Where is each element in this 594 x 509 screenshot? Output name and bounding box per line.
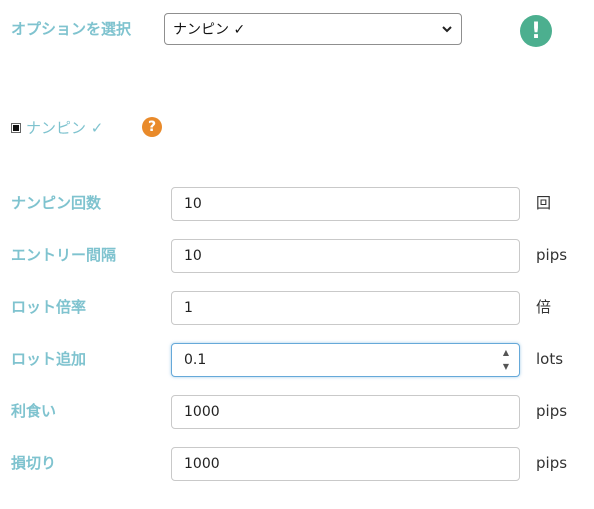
stop-loss-unit: pips — [536, 454, 568, 472]
nanpin-count-unit: 回 — [536, 194, 552, 212]
option-select[interactable]: ナンピン ✓ — [164, 13, 462, 45]
chevron-down-icon — [442, 26, 452, 33]
lot-add-label: ロット追加 — [11, 350, 87, 368]
option-select-value: ナンピン ✓ — [173, 22, 246, 38]
spinner-down-icon[interactable]: ▼ — [503, 362, 509, 372]
spinner-up-icon[interactable]: ▲ — [503, 348, 509, 358]
take-profit-input[interactable]: 1000 — [171, 395, 520, 429]
nanpin-count-label: ナンピン回数 — [11, 194, 102, 212]
stop-loss-input[interactable]: 1000 — [171, 447, 520, 481]
take-profit-label: 利食い — [11, 402, 57, 420]
stop-loss-label: 損切り — [11, 454, 57, 472]
lot-multiplier-unit: 倍 — [536, 298, 552, 316]
nanpin-checkbox[interactable] — [11, 122, 21, 133]
lot-add-input[interactable]: 0.1 ▲ ▼ — [171, 343, 520, 377]
nanpin-count-input[interactable]: 10 — [171, 187, 520, 221]
entry-interval-label: エントリー間隔 — [11, 246, 117, 264]
lot-multiplier-input[interactable]: 1 — [171, 291, 520, 325]
lot-add-value: 0.1 — [184, 352, 207, 368]
warning-icon: ! — [520, 15, 552, 47]
help-icon[interactable]: ? — [142, 117, 162, 137]
checkbox-mark-icon — [13, 124, 19, 131]
entry-interval-input[interactable]: 10 — [171, 239, 520, 273]
nanpin-checkbox-row[interactable]: ナンピン ✓ — [11, 117, 103, 138]
option-select-label: オプションを選択 — [11, 20, 132, 38]
number-spinner[interactable]: ▲ ▼ — [501, 348, 511, 372]
take-profit-unit: pips — [536, 402, 568, 420]
nanpin-checkbox-label: ナンピン ✓ — [26, 119, 104, 137]
entry-interval-unit: pips — [536, 246, 568, 264]
lot-multiplier-label: ロット倍率 — [11, 298, 87, 316]
lot-add-unit: lots — [536, 350, 564, 368]
